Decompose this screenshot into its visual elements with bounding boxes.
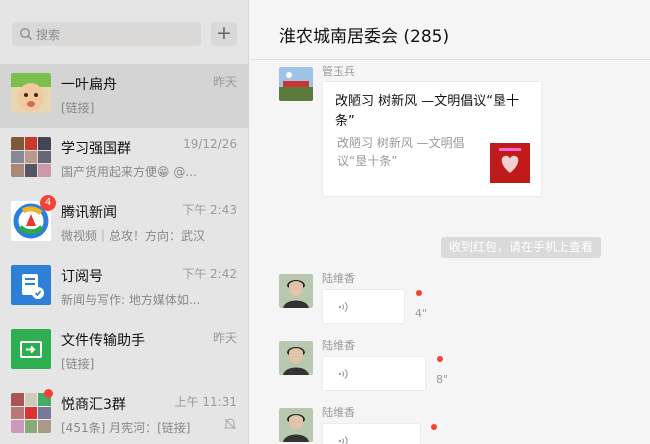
sender-name: 管玉兵 bbox=[322, 65, 355, 78]
add-button[interactable]: + bbox=[211, 22, 237, 46]
sender-name: 陆维香 bbox=[322, 406, 355, 419]
chat-preview: [451条] 月宪河：[链接] bbox=[61, 421, 191, 435]
chat-time: 昨天 bbox=[212, 331, 237, 345]
chat-item[interactable]: 4 腾讯新闻 下午 2:43 微视频｜总攻！方向：武汉 bbox=[0, 192, 249, 256]
voice-icon bbox=[338, 369, 348, 379]
chat-time: 下午 2:42 bbox=[182, 267, 237, 281]
chat-name: 一叶扁舟 bbox=[61, 77, 117, 93]
chat-name: 订阅号 bbox=[61, 269, 103, 285]
chat-time: 19/12/26 bbox=[183, 137, 237, 151]
voice-message[interactable] bbox=[322, 289, 405, 324]
avatar[interactable] bbox=[279, 274, 313, 308]
conversation-title[interactable]: 淮农城南居委会 (285) bbox=[279, 22, 449, 47]
link-card[interactable]: 改陋习 树新风 —文明倡议“垦十条” 改陋习 树新风 —文明倡议“垦十条” bbox=[322, 81, 542, 197]
voice-message[interactable] bbox=[322, 356, 426, 391]
chat-preview: 新闻与写作: 地方媒体如... bbox=[61, 293, 201, 307]
voice-icon bbox=[338, 436, 348, 444]
voice-icon bbox=[338, 302, 348, 312]
chat-time: 上午 11:31 bbox=[174, 395, 237, 409]
avatar bbox=[11, 137, 51, 177]
voice-message[interactable] bbox=[322, 423, 421, 444]
search-icon bbox=[20, 28, 33, 41]
chat-name: 学习强国群 bbox=[61, 141, 131, 157]
conversation-pane: 淮农城南居委会 (285) 管玉兵 改陋习 树新风 —文明倡议“垦十条” 改陋习… bbox=[250, 0, 650, 444]
card-title: 改陋习 树新风 —文明倡议“垦十条” bbox=[335, 94, 519, 129]
chat-time: 下午 2:43 bbox=[182, 203, 237, 217]
avatar[interactable] bbox=[279, 341, 313, 375]
chat-item[interactable]: 悦商汇3群 上午 11:31 [451条] 月宪河：[链接] bbox=[0, 384, 249, 444]
card-description: 改陋习 树新风 —文明倡议“垦十条” bbox=[337, 136, 465, 168]
unread-dot bbox=[416, 290, 422, 296]
chat-item[interactable]: 学习强国群 19/12/26 国产货用起来方便😁 @... bbox=[0, 128, 249, 192]
search-placeholder: 搜索 bbox=[36, 28, 61, 42]
chat-name: 腾讯新闻 bbox=[61, 205, 117, 221]
unread-dot bbox=[431, 424, 437, 430]
voice-duration: 4" bbox=[415, 307, 428, 320]
sender-name: 陆维香 bbox=[322, 272, 355, 285]
chat-name: 悦商汇3群 bbox=[61, 397, 126, 413]
mute-icon bbox=[223, 418, 237, 430]
search-input[interactable]: 搜索 bbox=[12, 22, 201, 46]
avatar bbox=[11, 265, 51, 305]
chat-time: 昨天 bbox=[212, 75, 237, 89]
avatar bbox=[11, 73, 51, 113]
avatar[interactable] bbox=[279, 67, 313, 101]
avatar[interactable] bbox=[279, 408, 313, 442]
chat-list: 一叶扁舟 昨天 [链接] 学习强国群 19/12/26 国产货用起来方便😁 @.… bbox=[0, 64, 249, 444]
sender-name: 陆维香 bbox=[322, 339, 355, 352]
voice-duration: 8" bbox=[436, 373, 449, 386]
chat-item[interactable]: 一叶扁舟 昨天 [链接] bbox=[0, 64, 249, 128]
unread-badge: 4 bbox=[40, 195, 56, 211]
chat-preview: [链接] bbox=[61, 101, 95, 115]
system-message: 收到红包，请在手机上查看 bbox=[441, 237, 602, 258]
avatar bbox=[11, 393, 51, 433]
search-row: 搜索 + bbox=[0, 0, 249, 64]
chat-preview: [链接] bbox=[61, 357, 95, 371]
chat-preview: 微视频｜总攻！方向：武汉 bbox=[61, 229, 206, 243]
chat-preview: 国产货用起来方便😁 @... bbox=[61, 165, 197, 179]
unread-dot bbox=[44, 389, 53, 398]
card-thumbnail bbox=[490, 143, 530, 183]
unread-dot bbox=[437, 356, 443, 362]
chat-item[interactable]: 文件传输助手 昨天 [链接] bbox=[0, 320, 249, 384]
sidebar: 搜索 + 一叶扁舟 昨天 [链接] 学习强国群 19/12/26 国产货用起来方… bbox=[0, 0, 249, 444]
avatar bbox=[11, 329, 51, 369]
chat-item[interactable]: 订阅号 下午 2:42 新闻与写作: 地方媒体如... bbox=[0, 256, 249, 320]
chat-name: 文件传输助手 bbox=[61, 333, 145, 349]
chat-header: 淮农城南居委会 (285) bbox=[250, 0, 650, 60]
